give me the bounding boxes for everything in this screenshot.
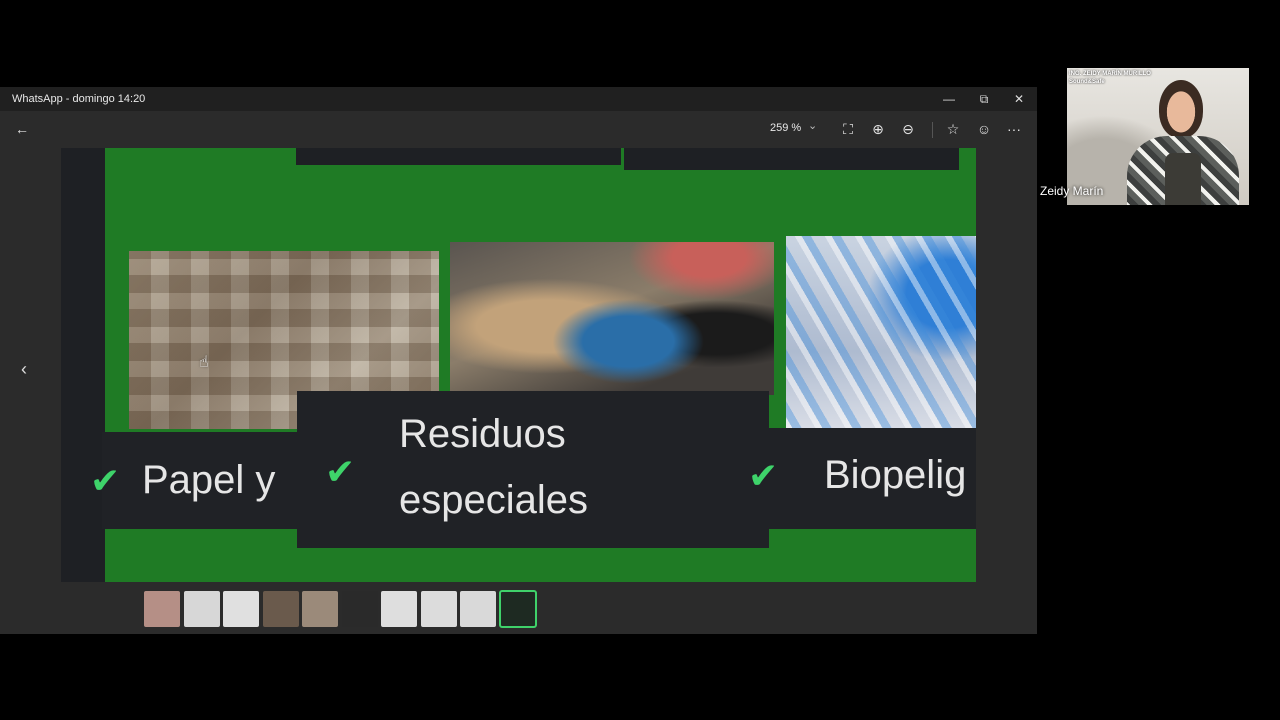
filmstrip-thumbnail[interactable] xyxy=(341,591,378,627)
brand-name: ING. ZEIDY MARÍN MURILLO xyxy=(1069,71,1151,77)
filmstrip-thumbnail[interactable] xyxy=(144,591,180,627)
participant-head xyxy=(1159,80,1203,138)
back-arrow-icon[interactable]: ← xyxy=(9,117,35,141)
filmstrip-thumbnail[interactable] xyxy=(381,591,417,627)
hand-cursor-icon: ☝ xyxy=(199,354,209,371)
filmstrip-thumbnail[interactable] xyxy=(460,591,496,627)
participant-name: Zeidy Marín xyxy=(1040,184,1104,198)
image-left-band xyxy=(61,148,105,582)
brand-company: Sound&Safe xyxy=(1069,79,1105,85)
syringes-photo xyxy=(786,236,976,429)
restore-button[interactable]: ⧉ xyxy=(967,89,1001,109)
category-card-biohazard: ✔ Biopelig xyxy=(718,428,976,529)
filmstrip-thumbnail[interactable] xyxy=(223,591,259,627)
viewed-image: ✔ Papel y ✔ Residuos especiales ✔ Biopel… xyxy=(61,148,976,582)
previous-image-icon[interactable]: ‹ xyxy=(14,359,34,379)
chevron-down-icon[interactable]: ⌄ xyxy=(808,119,817,132)
category-label: Papel y xyxy=(142,458,276,502)
electronic-waste-photo xyxy=(450,242,774,395)
star-icon[interactable]: ☆ xyxy=(940,117,966,141)
emoji-icon[interactable]: ☺ xyxy=(971,117,997,141)
image-top-bar xyxy=(296,148,621,165)
zoom-out-icon[interactable]: ⊖ xyxy=(895,117,921,141)
checkmark-icon: ✔ xyxy=(325,451,356,492)
filmstrip-thumbnail[interactable] xyxy=(498,590,537,628)
checkmark-icon: ✔ xyxy=(90,460,121,501)
category-label: Biopelig xyxy=(824,453,967,497)
photos-window: WhatsApp - domingo 14:20 — ⧉ ✕ ← 259 % ⌄… xyxy=(0,87,1037,634)
zoom-in-icon[interactable]: ⊕ xyxy=(865,117,891,141)
filmstrip-thumbnail[interactable] xyxy=(183,591,220,627)
minimize-button[interactable]: — xyxy=(932,89,966,109)
title-bar: WhatsApp - domingo 14:20 — ⧉ ✕ xyxy=(0,87,1037,111)
window-title: WhatsApp - domingo 14:20 xyxy=(12,93,146,105)
zoom-level[interactable]: 259 % xyxy=(770,122,801,134)
category-label-line2: especiales xyxy=(399,478,589,522)
filmstrip-thumbnail[interactable] xyxy=(420,591,457,627)
video-brand: ING. ZEIDY MARÍN MURILLO Sound&Safe xyxy=(1069,70,1151,86)
checkmark-icon: ✔ xyxy=(748,455,779,496)
category-label-line1: Residuos xyxy=(399,412,566,456)
category-card-paper: ✔ Papel y xyxy=(90,432,312,529)
toolbar: ← 259 % ⌄ ⛶ ⊕ ⊖ ☆ ☺ ··· xyxy=(0,111,1037,147)
toolbar-divider xyxy=(932,122,933,138)
close-button[interactable]: ✕ xyxy=(1002,89,1036,109)
filmstrip-thumbnail[interactable] xyxy=(262,591,299,627)
fit-to-window-icon[interactable]: ⛶ xyxy=(835,117,861,141)
filmstrip-thumbnail[interactable] xyxy=(302,591,338,627)
category-card-special-waste: ✔ Residuos especiales xyxy=(297,391,769,548)
participant-top xyxy=(1165,153,1201,205)
more-options-icon[interactable]: ··· xyxy=(1001,117,1027,141)
image-top-bar xyxy=(624,148,959,170)
